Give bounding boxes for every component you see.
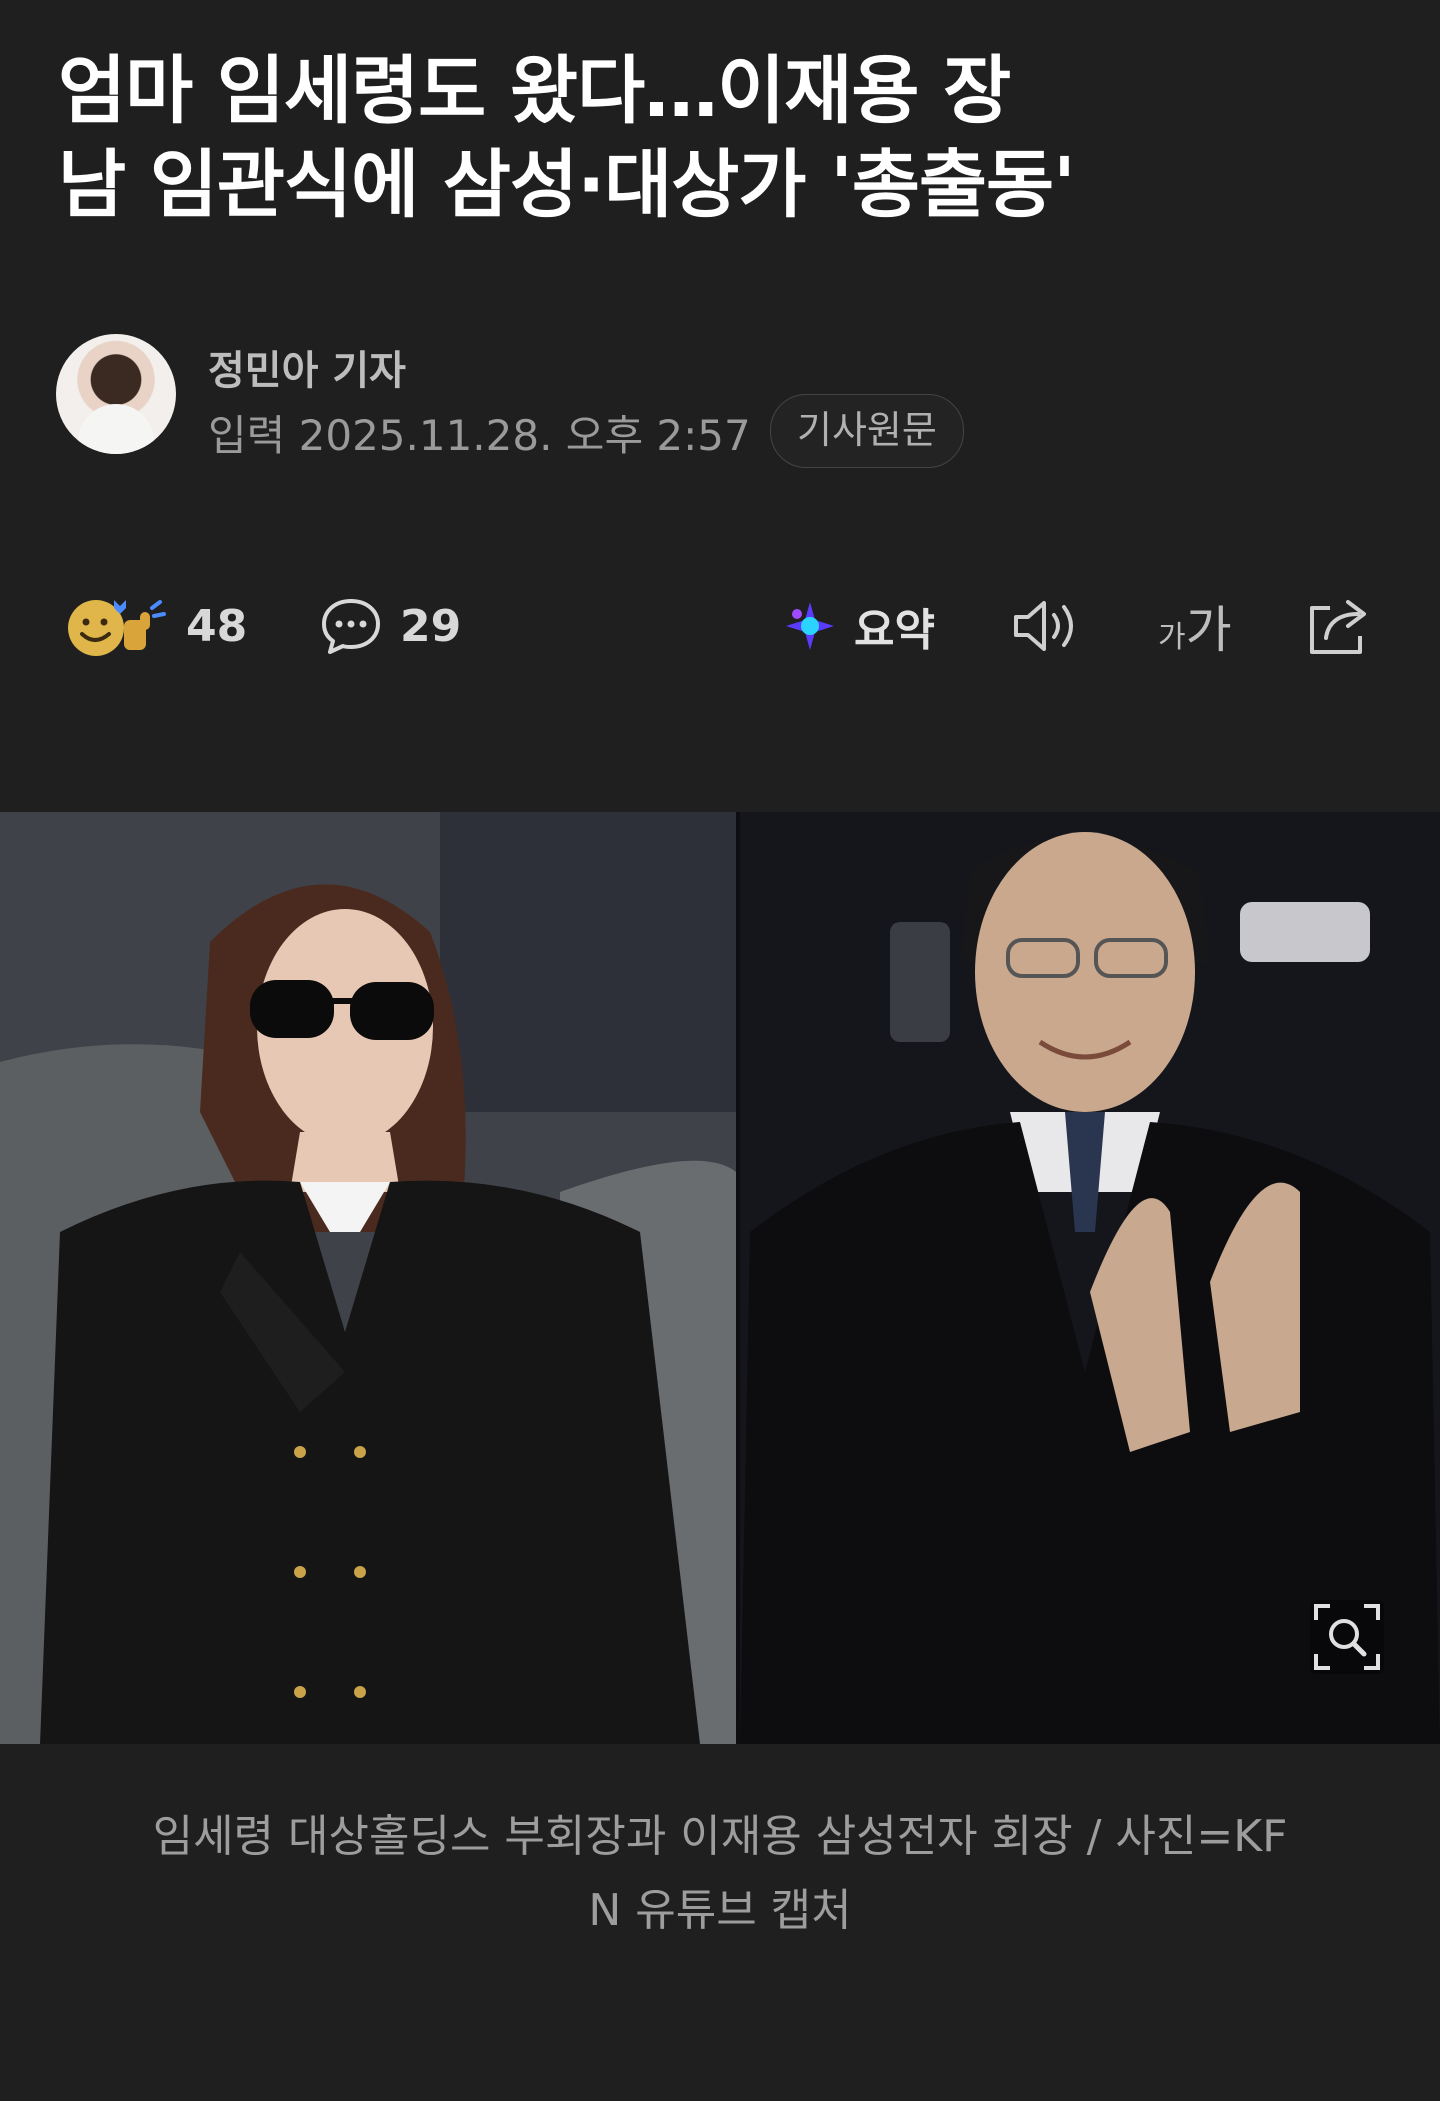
caption-line-2: N 유튜브 캡처 <box>588 1885 852 1936</box>
text-to-speech-button[interactable] <box>1010 590 1084 662</box>
article-toolbar: 48 29 요약 가 가 <box>0 590 1440 662</box>
publish-date: 입력 2025.11.28. 오후 2:57 <box>208 411 751 460</box>
share-button[interactable] <box>1304 590 1374 662</box>
headline-line-2: 남 임관식에 삼성·대상가 '총출동' <box>58 142 1076 228</box>
original-article-button[interactable]: 기사원문 <box>770 394 964 468</box>
woman-in-sunglasses-illustration <box>0 812 736 1744</box>
summary-button[interactable]: 요약 <box>782 590 935 662</box>
photo-caption: 임세령 대상홀딩스 부회장과 이재용 삼성전자 회장 / 사진=KF N 유튜브… <box>70 1800 1370 1948</box>
zoom-photo-button[interactable] <box>1310 1600 1384 1674</box>
font-size-small-label: 가 <box>1158 620 1186 655</box>
summary-label: 요약 <box>854 605 935 656</box>
zoom-magnifier-icon <box>1314 1604 1380 1670</box>
author-row: 정민아 기자 입력 2025.11.28. 오후 2:57 기사원문 <box>56 334 1396 468</box>
smile-thumbs-up-icon <box>68 600 166 656</box>
ai-summary-icon <box>786 602 834 650</box>
reaction-count: 48 <box>186 600 248 652</box>
article-photo[interactable] <box>0 812 1440 1744</box>
comment-count: 29 <box>400 600 462 652</box>
reaction-button[interactable]: 48 <box>64 590 247 662</box>
share-icon <box>1310 600 1366 654</box>
photo-left-panel <box>0 812 736 1744</box>
comment-button[interactable]: 29 <box>320 590 461 662</box>
font-size-large-label: 가 <box>1185 601 1232 659</box>
font-size-button[interactable]: 가 가 <box>1158 590 1232 662</box>
speaker-icon <box>1014 601 1073 651</box>
caption-line-1: 임세령 대상홀딩스 부회장과 이재용 삼성전자 회장 / 사진=KF <box>152 1811 1288 1862</box>
comment-bubble-icon <box>322 599 380 654</box>
author-avatar[interactable] <box>56 334 176 454</box>
author-name[interactable]: 정민아 기자 <box>208 338 406 396</box>
headline-line-1: 엄마 임세령도 왔다…이재용 장 <box>58 48 1011 134</box>
article-headline: 엄마 임세령도 왔다…이재용 장 남 임관식에 삼성·대상가 '총출동' <box>58 44 1398 232</box>
